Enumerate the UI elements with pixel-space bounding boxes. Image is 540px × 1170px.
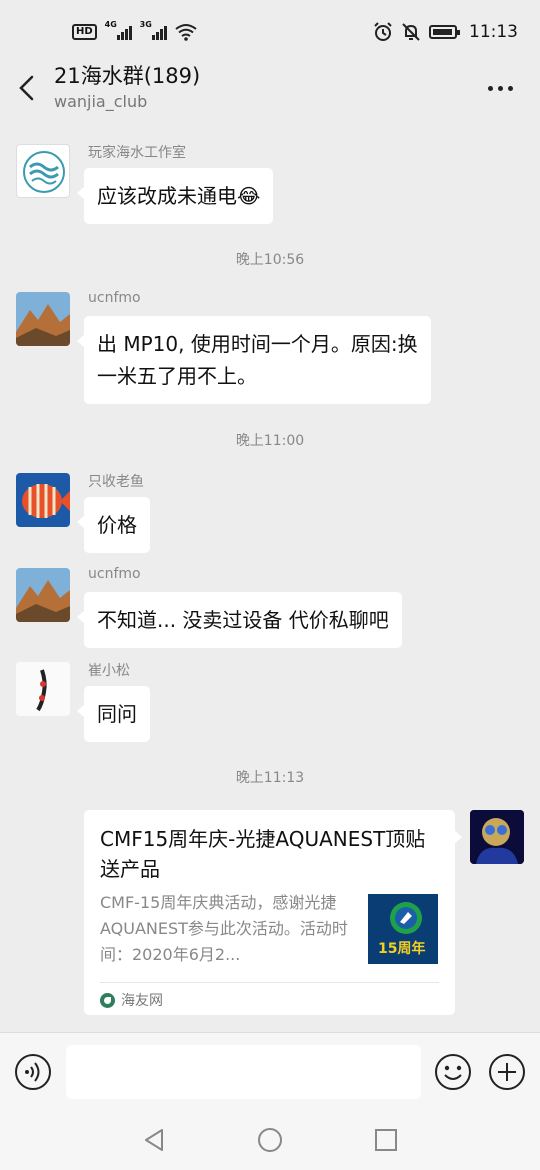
nav-back-icon[interactable] — [140, 1126, 168, 1154]
card-thumbnail: 15周年 — [368, 894, 438, 964]
message-line: 出 MP10, 使用时间一个月。原因:换 — [97, 332, 418, 356]
message-bubble[interactable]: 不知道... 没卖过设备 代价私聊吧 — [77, 592, 402, 648]
message-bubble[interactable]: 应该改成未通电😂 — [76, 168, 274, 224]
chat-title: 21海水群(189) — [54, 64, 201, 88]
chat-header: 21海水群(189) wanjia_club — [0, 64, 540, 124]
avatar[interactable] — [16, 292, 70, 346]
message-bubble[interactable]: 同问 — [77, 686, 150, 742]
avatar[interactable] — [16, 144, 70, 198]
card-description: CMF-15周年庆典活动，感谢光捷AQUANEST参与此次活动。活动时间：202… — [100, 893, 348, 964]
mute-bell-icon — [402, 23, 420, 41]
alarm-icon — [374, 22, 392, 41]
clock: 11:13 — [469, 22, 518, 42]
avatar[interactable] — [16, 662, 70, 716]
time-separator: 晚上11:00 — [235, 433, 305, 449]
my-avatar[interactable] — [470, 810, 524, 864]
voice-icon[interactable] — [14, 1053, 52, 1091]
sender-name: ucnfmo — [88, 290, 141, 306]
link-card[interactable]: CMF15周年庆-光捷AQUANEST顶贴送产品 CMF-15周年庆典活动，感谢… — [84, 810, 462, 1015]
message-bubble[interactable]: 价格 — [77, 497, 150, 553]
sender-name: 只收老鱼 — [88, 474, 144, 490]
card-source: 海友网 — [100, 990, 163, 1010]
signal-3g-icon: 3G — [140, 20, 167, 40]
signal-4g-icon: 4G — [105, 20, 132, 40]
card-thumb-text: 15周年 — [378, 941, 426, 957]
sender-name: 玩家海水工作室 — [88, 145, 186, 161]
time-separator: 晚上10:56 — [235, 252, 305, 268]
sender-name: 崔小松 — [88, 663, 130, 679]
sender-name: ucnfmo — [88, 566, 141, 582]
divider — [100, 982, 439, 983]
more-options-icon[interactable] — [488, 78, 518, 98]
card-title: CMF15周年庆-光捷AQUANEST顶贴送产品 — [100, 827, 426, 881]
message-input[interactable] — [66, 1045, 421, 1099]
plus-icon[interactable] — [488, 1053, 526, 1091]
system-nav-bar — [0, 1110, 540, 1170]
time-separator: 晚上11:13 — [235, 770, 305, 786]
message-line: 一米五了用不上。 — [97, 364, 257, 388]
source-logo-icon — [100, 992, 115, 1008]
battery-icon — [429, 25, 460, 39]
avatar[interactable] — [16, 568, 70, 622]
input-bar — [0, 1032, 540, 1110]
emoji-icon[interactable] — [434, 1053, 472, 1091]
back-icon[interactable] — [14, 74, 42, 102]
source-name: 海友网 — [121, 993, 163, 1009]
hd-badge: HD — [72, 24, 97, 40]
message-bubble[interactable]: 出 MP10, 使用时间一个月。原因:换 一米五了用不上。 — [77, 316, 431, 404]
chat-subtitle: wanjia_club — [54, 92, 148, 111]
avatar[interactable] — [16, 473, 70, 527]
nav-home-icon[interactable] — [256, 1126, 284, 1154]
nav-recent-apps-icon[interactable] — [372, 1126, 400, 1154]
wifi-icon — [175, 24, 197, 41]
status-bar: HD 4G 3G 11:13 — [0, 0, 540, 64]
